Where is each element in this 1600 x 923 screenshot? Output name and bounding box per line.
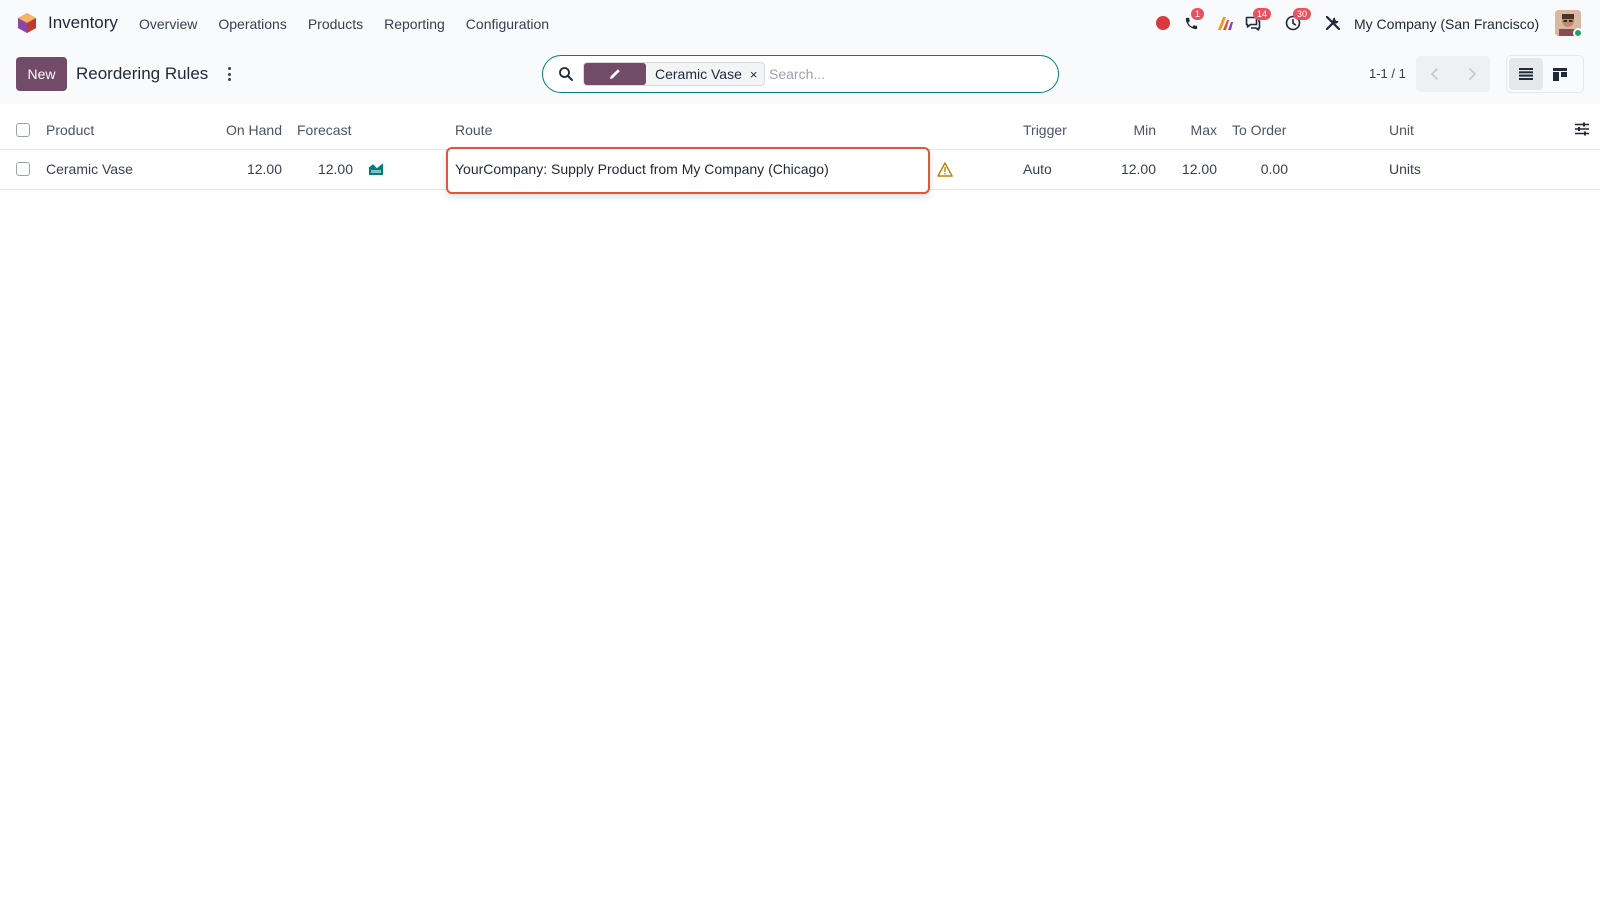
cell-trigger[interactable]: Auto [1023, 161, 1052, 177]
messages-icon[interactable]: 14 [1244, 8, 1272, 32]
optional-columns-settings-icon[interactable] [1574, 121, 1590, 137]
phone-icon[interactable]: 1 [1182, 8, 1205, 32]
top-navbar: Inventory Overview Operations Products R… [0, 0, 1600, 46]
forecast-report-icon[interactable] [368, 162, 384, 179]
menu-overview[interactable]: Overview [139, 16, 197, 32]
facet-remove-icon[interactable]: × [750, 67, 758, 82]
search-icon[interactable] [558, 66, 574, 82]
cell-min[interactable]: 12.00 [1100, 161, 1156, 177]
pager-value[interactable]: 1-1 / 1 [1369, 66, 1406, 81]
facet-value: Ceramic Vase [655, 66, 742, 82]
row-checkbox[interactable] [16, 162, 30, 176]
cell-max[interactable]: 12.00 [1160, 161, 1217, 177]
header-on-hand[interactable]: On Hand [200, 122, 282, 138]
header-forecast[interactable]: Forecast [297, 122, 351, 138]
search-input[interactable] [769, 63, 1039, 85]
warning-icon [937, 162, 953, 180]
recording-status-icon[interactable] [1154, 14, 1172, 32]
main-menu: Overview Operations Products Reporting C… [139, 16, 570, 32]
menu-operations[interactable]: Operations [218, 16, 286, 32]
activities-badge: 30 [1293, 8, 1312, 20]
menu-reporting[interactable]: Reporting [384, 16, 445, 32]
search-bar: Ceramic Vase × [542, 55, 1059, 93]
select-all-checkbox[interactable] [16, 123, 30, 137]
phone-badge: 1 [1191, 8, 1205, 20]
cell-on-hand: 12.00 [246, 161, 282, 177]
ai-assistant-icon[interactable] [1216, 14, 1234, 32]
activity-clock-icon[interactable]: 30 [1284, 8, 1312, 32]
route-field-editor[interactable]: YourCompany: Supply Product from My Comp… [446, 147, 930, 194]
new-button[interactable]: New [16, 57, 67, 91]
header-trigger[interactable]: Trigger [1023, 122, 1067, 138]
messages-badge: 14 [1253, 8, 1272, 20]
control-panel: New Reordering Rules Ceramic Vase × 1-1 … [0, 46, 1600, 104]
kanban-view-icon[interactable] [1543, 58, 1577, 90]
header-to-order[interactable]: To Order [1232, 122, 1286, 138]
pencil-icon [584, 63, 646, 85]
list-view-icon[interactable] [1509, 58, 1543, 90]
table-row[interactable]: Ceramic Vase 12.00 12.00 YourCompany: Su… [0, 147, 1600, 194]
view-switcher [1506, 55, 1584, 93]
header-max[interactable]: Max [1160, 122, 1217, 138]
menu-configuration[interactable]: Configuration [466, 16, 549, 32]
header-min[interactable]: Min [1100, 122, 1156, 138]
company-switcher[interactable]: My Company (San Francisco) [1354, 16, 1539, 32]
table-header: Product On Hand Forecast Route Trigger M… [0, 111, 1600, 150]
cell-route[interactable]: YourCompany: Supply Product from My Comp… [455, 161, 829, 177]
page-title: Reordering Rules [76, 64, 209, 83]
user-online-status-icon [1573, 28, 1583, 38]
cell-to-order[interactable]: 0.00 [1222, 161, 1288, 177]
tools-icon[interactable] [1324, 14, 1342, 32]
pager-previous-button[interactable] [1416, 56, 1453, 92]
pager-buttons [1416, 56, 1490, 92]
cell-unit[interactable]: Units [1389, 161, 1421, 177]
header-product[interactable]: Product [46, 122, 94, 138]
actions-menu-icon[interactable] [225, 65, 233, 83]
menu-products[interactable]: Products [308, 16, 363, 32]
cell-forecast: 12.00 [317, 161, 353, 177]
search-facet: Ceramic Vase × [583, 62, 765, 86]
header-route[interactable]: Route [455, 122, 492, 138]
pager-next-button[interactable] [1453, 56, 1490, 92]
app-name[interactable]: Inventory [48, 13, 118, 33]
cell-product[interactable]: Ceramic Vase [46, 161, 133, 177]
odoo-inventory-logo-icon[interactable] [16, 12, 38, 34]
header-unit[interactable]: Unit [1389, 122, 1414, 138]
